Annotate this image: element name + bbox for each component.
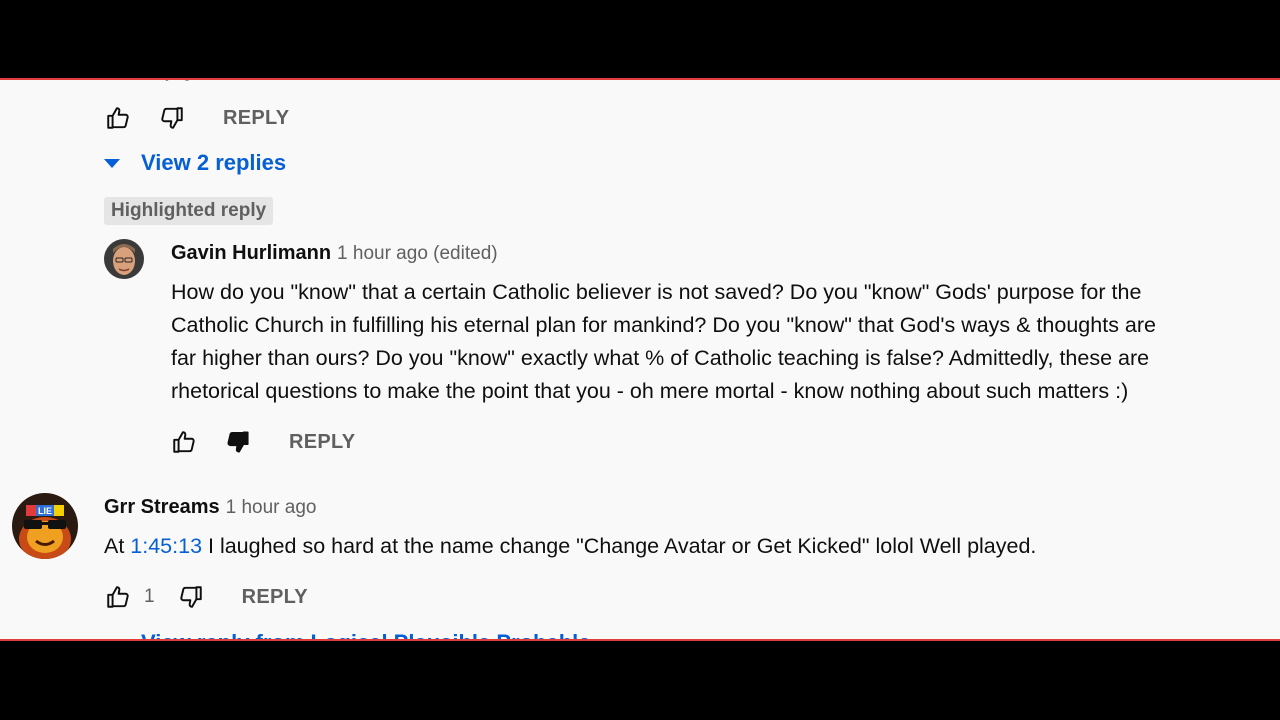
thumbs-down-icon xyxy=(161,107,183,129)
reply-text-line: How do you "know" that a certain Catholi… xyxy=(171,280,1142,304)
reply-actions: REPLY xyxy=(170,428,355,456)
avatar[interactable] xyxy=(104,239,144,279)
view-reply-label: View reply from Logical Plausible Probab… xyxy=(141,630,591,639)
comment-time[interactable]: 1 hour ago (edited) xyxy=(337,243,498,265)
author-name[interactable]: Grr Streams xyxy=(104,496,220,519)
comment-text: At 1:45:13 I laughed so hard at the name… xyxy=(104,530,1036,563)
thumbs-up-icon xyxy=(107,586,129,608)
like-button[interactable] xyxy=(170,428,198,456)
dislike-button[interactable] xyxy=(177,583,205,611)
highlighted-reply-badge: Highlighted reply xyxy=(104,197,274,225)
view-replies-label: View 2 replies xyxy=(141,150,287,175)
top-comment-actions: REPLY xyxy=(104,104,289,132)
view-reply-toggle[interactable]: View reply from Logical Plausible Probab… xyxy=(104,630,591,639)
dislike-button[interactable] xyxy=(224,428,252,456)
reply-text: How do you "know" that a certain Catholi… xyxy=(171,276,1271,408)
avatar-image: LIE xyxy=(12,493,78,559)
like-count: 1 xyxy=(144,586,155,607)
avatar-badge-text: LIE xyxy=(38,506,52,516)
comment-time[interactable]: 1 hour ago xyxy=(226,497,317,519)
cut-comment-text: y g xyxy=(165,80,193,82)
reply-text-line: rhetorical questions to make the point t… xyxy=(171,379,1129,403)
avatar-image xyxy=(104,239,144,279)
avatar[interactable]: LIE xyxy=(12,493,78,559)
comments-panel: y g REPLY View 2 replies Highlighted rep… xyxy=(0,78,1280,641)
comment-text-prefix: At xyxy=(104,534,131,558)
thumbs-down-filled-icon xyxy=(227,431,249,453)
thumbs-up-icon xyxy=(173,431,195,453)
reply-text-line: far higher than ours? Do you "know" exac… xyxy=(171,346,1150,370)
reply-text-line: Catholic Church in fulfilling his eterna… xyxy=(171,313,1156,337)
comment-text-suffix: I laughed so hard at the name change "Ch… xyxy=(202,534,1037,558)
timestamp-link[interactable]: 1:45:13 xyxy=(130,534,202,558)
dislike-button[interactable] xyxy=(158,104,186,132)
reply-header: Gavin Hurlimann 1 hour ago (edited) xyxy=(171,242,498,265)
reply-button[interactable]: REPLY xyxy=(242,586,308,609)
like-button[interactable] xyxy=(104,583,132,611)
view-replies-toggle[interactable]: View 2 replies xyxy=(104,150,286,176)
thumbs-down-icon xyxy=(179,586,202,608)
thumbs-up-icon xyxy=(107,107,129,129)
author-name[interactable]: Gavin Hurlimann xyxy=(171,242,331,265)
comment-header: Grr Streams 1 hour ago xyxy=(104,496,316,519)
comment-actions: 1 REPLY xyxy=(104,583,308,611)
caret-down-icon xyxy=(104,158,120,168)
caret-down-icon xyxy=(104,638,120,639)
reply-button[interactable]: REPLY xyxy=(289,431,355,454)
reply-button[interactable]: REPLY xyxy=(223,107,289,130)
like-button[interactable] xyxy=(104,104,132,132)
